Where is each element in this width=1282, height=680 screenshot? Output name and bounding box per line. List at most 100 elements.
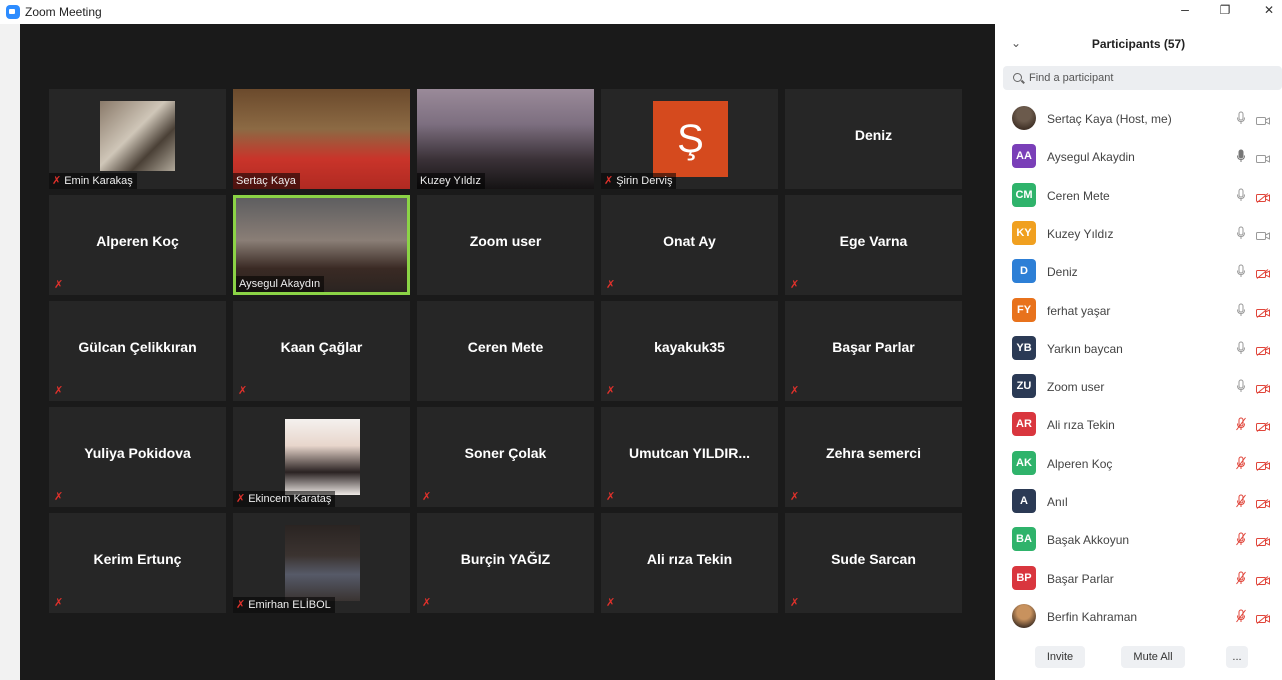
camera-off-icon[interactable]	[1256, 573, 1270, 586]
zoom-logo-icon	[6, 5, 20, 19]
participant-name: Zehra semerci	[826, 445, 921, 461]
mic-icon[interactable]	[1236, 188, 1246, 202]
mic-muted-icon: ✗	[422, 597, 432, 609]
mic-muted-icon: ✗	[236, 599, 246, 611]
camera-icon[interactable]	[1256, 151, 1270, 164]
participant-video	[285, 419, 360, 495]
participants-title: Participants (57)	[1091, 37, 1186, 51]
mic-muted-icon[interactable]	[1236, 494, 1246, 508]
mic-icon[interactable]	[1236, 379, 1246, 393]
camera-off-icon[interactable]	[1256, 496, 1270, 509]
participant-row[interactable]: AK Alperen Koç	[995, 445, 1282, 483]
participant-name-caption: Kuzey Yıldız	[417, 173, 485, 189]
camera-off-icon[interactable]	[1256, 419, 1270, 433]
participant-row[interactable]: AR Ali rıza Tekin	[995, 406, 1282, 444]
participant-row[interactable]: Sertaç Kaya (Host, me)	[995, 100, 1282, 138]
video-tile[interactable]: ✗ Ekincem Karataş	[233, 407, 410, 507]
video-tile[interactable]: Gülcan Çelikkıran ✗	[49, 301, 226, 401]
mic-icon[interactable]	[1236, 303, 1246, 317]
participant-row[interactable]: BP Başar Parlar	[995, 560, 1282, 598]
video-tile[interactable]: Alperen Koç ✗	[49, 195, 226, 295]
video-tile[interactable]: Zoom user	[417, 195, 594, 295]
video-tile[interactable]: Ege Varna ✗	[785, 195, 962, 295]
video-tile[interactable]: Kuzey Yıldız	[417, 89, 594, 189]
participant-row[interactable]: D Deniz	[995, 253, 1282, 291]
panel-header: ⌄ Participants (57)	[995, 24, 1282, 64]
video-tile[interactable]: Onat Ay ✗	[601, 195, 778, 295]
camera-off-icon[interactable]	[1256, 534, 1270, 548]
camera-off-icon[interactable]	[1256, 190, 1270, 203]
participant-search[interactable]	[1003, 66, 1282, 90]
video-tile[interactable]: ✗ Emirhan ELİBOL	[233, 513, 410, 613]
video-tile[interactable]: Ceren Mete	[417, 301, 594, 401]
mic-muted-icon[interactable]	[1236, 417, 1246, 431]
mic-icon[interactable]	[1236, 226, 1246, 240]
participant-name: kayakuk35	[654, 339, 725, 355]
video-tile[interactable]: Kerim Ertunç ✗	[49, 513, 226, 613]
video-tile[interactable]: Umutcan YILDIR... ✗	[601, 407, 778, 507]
camera-icon[interactable]	[1256, 113, 1270, 125]
camera-off-icon[interactable]	[1256, 458, 1270, 471]
participant-row[interactable]: A Anıl	[995, 483, 1282, 521]
participant-row[interactable]: ZU Zoom user	[995, 368, 1282, 406]
video-tile[interactable]: Sertaç Kaya	[233, 89, 410, 189]
mic-icon[interactable]	[1236, 264, 1246, 278]
participant-name: Kaan Çağlar	[280, 339, 363, 355]
mic-muted-icon: ✗	[606, 491, 616, 503]
minimize-button[interactable]: –	[1170, 1, 1200, 17]
participant-name: Onat Ay	[663, 233, 716, 249]
video-tile[interactable]: ✗ Emin Karakaş	[49, 89, 226, 189]
mic-muted-icon[interactable]	[1236, 456, 1246, 470]
participant-row[interactable]: Berfin Kahraman	[995, 598, 1282, 636]
camera-off-icon[interactable]	[1256, 611, 1270, 624]
mic-muted-icon: ✗	[54, 279, 64, 291]
mic-muted-icon[interactable]	[1236, 532, 1246, 546]
video-tile[interactable]: Burçin YAĞIZ ✗	[417, 513, 594, 613]
camera-off-icon[interactable]	[1256, 381, 1270, 394]
participant-name: Kuzey Yıldız	[1047, 226, 1114, 241]
mic-muted-icon[interactable]	[1236, 609, 1246, 623]
mic-icon[interactable]	[1236, 341, 1246, 355]
camera-off-icon[interactable]	[1256, 305, 1270, 318]
mic-muted-icon: ✗	[422, 491, 432, 503]
video-tile[interactable]: Aysegul Akaydın	[233, 195, 410, 295]
search-input[interactable]	[1029, 70, 1269, 86]
camera-off-icon[interactable]	[1256, 266, 1270, 280]
participant-row[interactable]: AA Aysegul Akaydin	[995, 138, 1282, 176]
video-tile[interactable]: Soner Çolak ✗	[417, 407, 594, 507]
camera-off-icon[interactable]	[1256, 343, 1270, 356]
mute-all-button[interactable]: Mute All	[1121, 646, 1185, 668]
invite-button[interactable]: Invite	[1035, 646, 1085, 668]
restore-button[interactable]: ❐	[1210, 3, 1240, 17]
camera-icon[interactable]	[1256, 228, 1270, 240]
window-title: Zoom Meeting	[25, 5, 102, 19]
mic-icon[interactable]	[1236, 111, 1246, 125]
participant-name: Aysegul Akaydın	[239, 278, 321, 290]
mic-muted-icon[interactable]	[1236, 571, 1246, 585]
participant-row[interactable]: YB Yarkın baycan	[995, 330, 1282, 368]
close-button[interactable]: ✕	[1254, 3, 1282, 17]
video-tile[interactable]: Kaan Çağlar ✗	[233, 301, 410, 401]
participant-row[interactable]: BA Başak Akkoyun	[995, 521, 1282, 559]
avatar	[1012, 603, 1036, 628]
mic-muted-icon: ✗	[606, 279, 616, 291]
video-tile[interactable]: Yuliya Pokidova ✗	[49, 407, 226, 507]
mic-icon[interactable]	[1236, 149, 1246, 163]
mic-muted-icon: ✗	[790, 597, 800, 609]
participant-row[interactable]: CM Ceren Mete	[995, 177, 1282, 215]
video-tile[interactable]: Ş ✗ Şirin Derviş	[601, 89, 778, 189]
mic-muted-icon: ✗	[790, 385, 800, 397]
video-tile[interactable]: kayakuk35 ✗	[601, 301, 778, 401]
participant-row[interactable]: KY Kuzey Yıldız	[995, 215, 1282, 253]
participant-row[interactable]: FY ferhat yaşar	[995, 292, 1282, 330]
more-button[interactable]: ...	[1226, 646, 1248, 668]
video-tile[interactable]: Deniz	[785, 89, 962, 189]
video-tile[interactable]: Zehra semerci ✗	[785, 407, 962, 507]
avatar: AR	[1012, 412, 1036, 437]
participant-name: Şirin Derviş	[616, 175, 673, 187]
video-tile[interactable]: Başar Parlar ✗	[785, 301, 962, 401]
video-tile[interactable]: Ali rıza Tekin ✗	[601, 513, 778, 613]
title-bar: Zoom Meeting – ❐ ✕	[0, 0, 1282, 24]
participant-name: Ali rıza Tekin	[646, 551, 733, 567]
video-tile[interactable]: Sude Sarcan ✗	[785, 513, 962, 613]
